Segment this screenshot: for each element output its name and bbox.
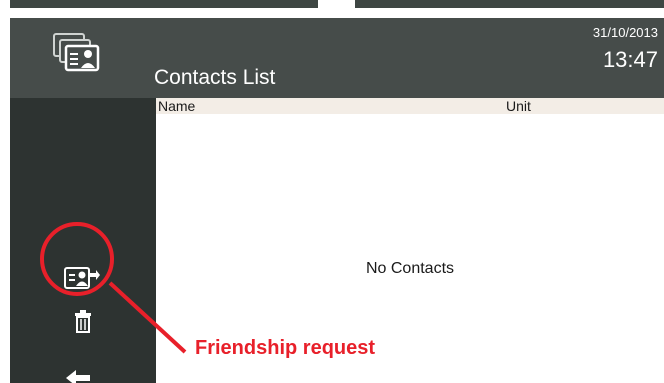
annotation-label: Friendship request <box>195 337 376 359</box>
annotation-pointer-line <box>108 281 187 354</box>
